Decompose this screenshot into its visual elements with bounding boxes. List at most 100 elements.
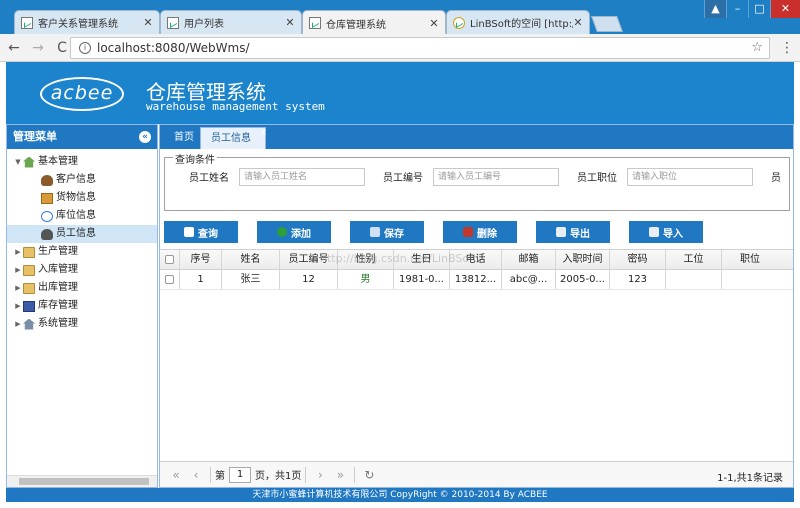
url-input[interactable]: i localhost:8080/WebWms/ ☆ bbox=[70, 37, 770, 59]
page-prefix: 第 bbox=[215, 467, 225, 482]
tab-employee[interactable]: 员工信息 × bbox=[200, 127, 266, 149]
collapse-icon[interactable]: « bbox=[139, 131, 151, 143]
table-cell: 男 bbox=[338, 270, 394, 289]
menu-icon[interactable]: ⋮ bbox=[780, 40, 794, 56]
user-icon[interactable]: ▲ bbox=[704, 0, 726, 18]
collapsed-arrow-icon[interactable]: ▶ bbox=[13, 297, 23, 315]
box-icon bbox=[41, 193, 53, 204]
tree-node-production[interactable]: ▶ 生产管理 bbox=[7, 243, 157, 261]
tree-node-inventory[interactable]: ▶ 库存管理 bbox=[7, 297, 157, 315]
tree-node-label: 库存管理 bbox=[38, 297, 78, 315]
add-button[interactable]: 添加 bbox=[257, 221, 331, 243]
tree-node-system[interactable]: ▶ 系统管理 bbox=[7, 315, 157, 333]
back-arrow-icon[interactable]: ← bbox=[4, 40, 24, 56]
browser-tab[interactable]: 客户关系管理系统 ✕ bbox=[14, 10, 160, 34]
home-icon bbox=[23, 319, 35, 330]
delete-button[interactable]: 删除 bbox=[443, 221, 517, 243]
browser-tab[interactable]: 用户列表 ✕ bbox=[160, 10, 302, 34]
plus-icon bbox=[277, 227, 287, 237]
info-icon[interactable]: i bbox=[79, 42, 91, 54]
prev-page-icon[interactable]: ‹ bbox=[186, 466, 206, 484]
tree-node-label: 入库管理 bbox=[38, 261, 78, 279]
scrollbar-thumb[interactable] bbox=[19, 478, 149, 485]
browser-tab-title: LinBSoft的空间 [http:// bbox=[470, 15, 573, 30]
minimize-button[interactable]: – bbox=[726, 0, 748, 18]
tree-node-customer[interactable]: 客户信息 bbox=[7, 171, 157, 189]
column-header[interactable]: 工位 bbox=[666, 250, 722, 269]
browser-tab-title: 客户关系管理系统 bbox=[38, 15, 143, 30]
user-icon bbox=[41, 229, 53, 240]
column-header[interactable]: 序号 bbox=[180, 250, 222, 269]
sidebar-title: 管理菜单 bbox=[13, 130, 57, 143]
reload-icon[interactable]: C bbox=[52, 40, 72, 56]
table-row[interactable]: 1 张三 12 男 1981-0... 13812... abc@... 200… bbox=[160, 270, 793, 290]
last-page-icon[interactable]: » bbox=[330, 466, 350, 484]
window-controls: ▲ – □ ✕ bbox=[704, 0, 800, 18]
refresh-icon[interactable]: ↻ bbox=[359, 466, 379, 484]
maximize-button[interactable]: □ bbox=[748, 0, 770, 18]
employee-id-input[interactable]: 请输入员工编号 bbox=[433, 168, 559, 186]
user-icon bbox=[41, 175, 53, 186]
import-button[interactable]: 导入 bbox=[629, 221, 703, 243]
search-button[interactable]: 查询 bbox=[164, 221, 238, 243]
pagination-bar: « ‹ 第 1 页，共1页 › » ↻ 1-1,共1条记录 bbox=[160, 461, 793, 487]
column-header[interactable]: 入职时间 bbox=[556, 250, 610, 269]
export-button[interactable]: 导出 bbox=[536, 221, 610, 243]
close-window-button[interactable]: ✕ bbox=[770, 0, 800, 18]
new-tab-button[interactable] bbox=[591, 16, 623, 32]
browser-tab-active[interactable]: 仓库管理系统 ✕ bbox=[302, 10, 446, 35]
tree-node-label: 货物信息 bbox=[56, 189, 96, 207]
row-checkbox[interactable] bbox=[160, 270, 180, 289]
tree-node-inbound[interactable]: ▶ 入库管理 bbox=[7, 261, 157, 279]
tree-node-goods[interactable]: 货物信息 bbox=[7, 189, 157, 207]
button-label: 导出 bbox=[570, 225, 590, 240]
button-label: 添加 bbox=[291, 225, 311, 240]
close-icon[interactable]: ✕ bbox=[143, 16, 153, 29]
column-header[interactable]: 密码 bbox=[610, 250, 666, 269]
record-info: 1-1,共1条记录 bbox=[717, 469, 783, 484]
collapsed-arrow-icon[interactable]: ▶ bbox=[13, 243, 23, 261]
close-icon[interactable]: × bbox=[259, 122, 267, 144]
tree-node-outbound[interactable]: ▶ 出库管理 bbox=[7, 279, 157, 297]
button-label: 导入 bbox=[663, 225, 683, 240]
tab-home[interactable]: 首页 bbox=[164, 127, 204, 149]
forward-arrow-icon[interactable]: → bbox=[28, 40, 48, 56]
search-icon bbox=[184, 227, 194, 237]
column-header[interactable]: 职位 bbox=[722, 250, 778, 269]
collapsed-arrow-icon[interactable]: ▶ bbox=[13, 261, 23, 279]
column-header[interactable]: 邮箱 bbox=[502, 250, 556, 269]
sidebar: 管理菜单 « ▼ 基本管理 客户信息 货物信息 库位信息 员工信息 ▶ 生产管理 bbox=[6, 124, 158, 488]
next-page-icon[interactable]: › bbox=[310, 466, 330, 484]
browser-tab-title: 仓库管理系统 bbox=[326, 16, 429, 31]
column-header[interactable]: 姓名 bbox=[222, 250, 280, 269]
page-tabs: 首页 员工信息 × bbox=[160, 125, 793, 149]
watermark: http://blog.csdn.net/LinBSoft bbox=[320, 252, 477, 265]
page-icon bbox=[21, 17, 33, 29]
expanded-arrow-icon[interactable]: ▼ bbox=[13, 153, 23, 171]
app-header: acbee 仓库管理系统 warehouse management system bbox=[6, 62, 794, 124]
tree-node-location[interactable]: 库位信息 bbox=[7, 207, 157, 225]
first-page-icon[interactable]: « bbox=[166, 466, 186, 484]
tree-node-label: 生产管理 bbox=[38, 243, 78, 261]
comment-icon bbox=[41, 211, 53, 222]
separator bbox=[210, 467, 211, 483]
sidebar-scrollbar[interactable] bbox=[7, 475, 157, 487]
select-all-checkbox[interactable] bbox=[160, 250, 180, 269]
close-icon[interactable]: ✕ bbox=[429, 17, 439, 30]
page-number-input[interactable]: 1 bbox=[229, 467, 251, 483]
employee-position-input[interactable]: 请输入职位 bbox=[627, 168, 753, 186]
browser-tab[interactable]: LinBSoft的空间 [http:// ✕ bbox=[446, 10, 590, 34]
save-button[interactable]: 保存 bbox=[350, 221, 424, 243]
employee-name-input[interactable]: 请输入员工姓名 bbox=[239, 168, 365, 186]
url-text: localhost:8080/WebWms/ bbox=[97, 41, 250, 55]
collapsed-arrow-icon[interactable]: ▶ bbox=[13, 279, 23, 297]
export-icon bbox=[556, 227, 566, 237]
tree-node-employee[interactable]: 员工信息 bbox=[7, 225, 157, 243]
collapsed-arrow-icon[interactable]: ▶ bbox=[13, 315, 23, 333]
close-icon[interactable]: ✕ bbox=[573, 16, 583, 29]
button-label: 查询 bbox=[198, 225, 218, 240]
bookmark-star-icon[interactable]: ☆ bbox=[751, 40, 763, 55]
tree-node-basic[interactable]: ▼ 基本管理 bbox=[7, 153, 157, 171]
close-icon[interactable]: ✕ bbox=[285, 16, 295, 29]
sidebar-header: 管理菜单 « bbox=[7, 125, 157, 149]
